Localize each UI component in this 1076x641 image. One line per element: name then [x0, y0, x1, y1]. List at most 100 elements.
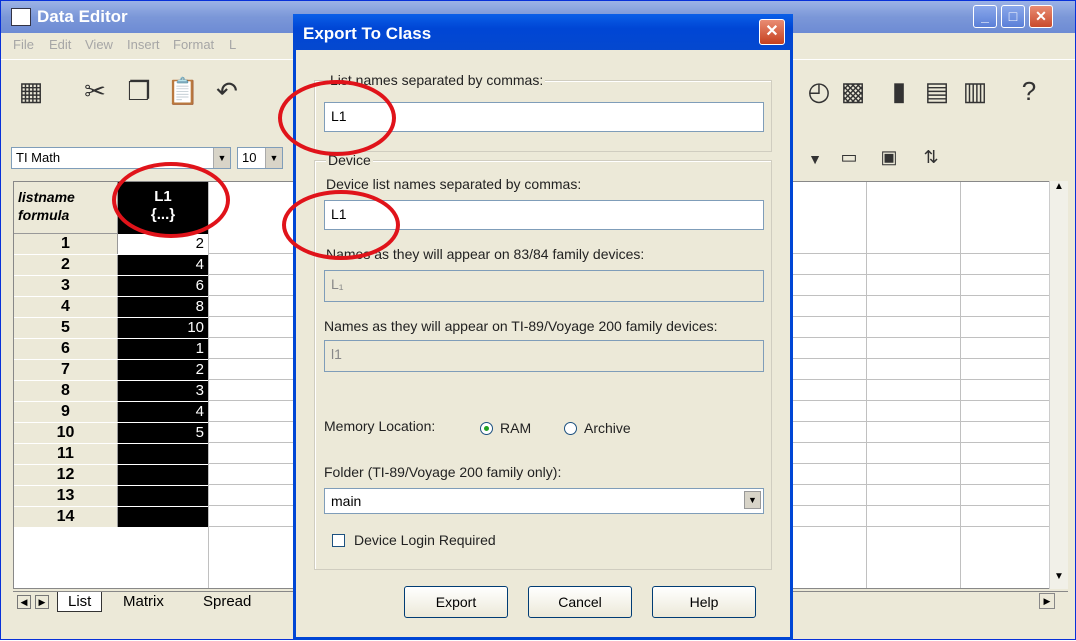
names-8384-label: Names as they will appear on 83/84 famil…	[326, 246, 645, 262]
names-ti89-field: l1	[324, 340, 764, 372]
folder-select[interactable]: main ▼	[324, 488, 764, 514]
cell-l1[interactable]	[118, 465, 208, 485]
names-ti89-label: Names as they will appear on TI-89/Voyag…	[324, 318, 718, 334]
graph-icon[interactable]: ◴	[805, 76, 833, 106]
device-list-label: Device list names separated by commas:	[326, 176, 582, 192]
scroll-right-icon[interactable]: ▶	[1039, 593, 1055, 609]
paste-icon[interactable]: 📋	[167, 76, 199, 106]
format-icon[interactable]: ▭	[835, 143, 863, 171]
names-8384-field: L₁	[324, 270, 764, 302]
row-number[interactable]: 4	[14, 297, 118, 317]
row-number[interactable]: 10	[14, 423, 118, 443]
cell-l1[interactable]: 5	[118, 423, 208, 443]
minimize-button[interactable]: _	[973, 5, 997, 28]
menu-view[interactable]: View	[85, 37, 113, 52]
row-number[interactable]: 13	[14, 486, 118, 506]
chevron-down-icon: ▼	[213, 148, 230, 168]
font-select-value: TI Math	[16, 150, 61, 165]
menu-list[interactable]: L	[229, 37, 236, 52]
row-number[interactable]: 2	[14, 255, 118, 275]
chevron-down-icon: ▼	[265, 148, 282, 168]
tab-matrix[interactable]: Matrix	[113, 592, 174, 612]
archive-radio[interactable]	[564, 422, 577, 435]
device-group-label: Device	[326, 152, 373, 168]
number-format-icon[interactable]: ▣	[875, 143, 903, 171]
row-number[interactable]: 14	[14, 507, 118, 527]
row-number[interactable]: 11	[14, 444, 118, 464]
column-formula: {...}	[150, 206, 176, 223]
scroll-up-icon[interactable]: ▲	[1050, 181, 1068, 199]
chevron-down-icon[interactable]: ▼	[801, 145, 829, 173]
cancel-button[interactable]: Cancel	[528, 586, 632, 618]
row-number[interactable]: 1	[14, 234, 118, 254]
ram-radio-label[interactable]: RAM	[500, 420, 531, 436]
cell-l1[interactable]: 2	[118, 360, 208, 380]
font-size-select[interactable]: 10 ▼	[237, 147, 283, 169]
cut-icon[interactable]: ✂	[81, 76, 109, 106]
row-number[interactable]: 3	[14, 276, 118, 296]
new-document-icon[interactable]: ▦	[17, 76, 45, 106]
cell-l1[interactable]	[118, 444, 208, 464]
listname-label: listname	[18, 189, 75, 205]
folder-select-value: main	[331, 493, 362, 509]
menu-file[interactable]: File	[13, 37, 34, 52]
cell-l1[interactable]: 2	[118, 234, 208, 254]
row-number[interactable]: 12	[14, 465, 118, 485]
cell-l1[interactable]: 4	[118, 402, 208, 422]
export-dialog: Export To Class ✕ List names separated b…	[293, 14, 793, 640]
list-names-input[interactable]: L1	[324, 102, 764, 132]
tab-list[interactable]: List	[57, 592, 103, 612]
dialog-title: Export To Class	[303, 24, 432, 43]
column-header-l1[interactable]: L1 {...}	[118, 182, 208, 234]
vertical-scrollbar[interactable]: ▲ ▼	[1049, 181, 1068, 589]
copy-icon[interactable]: ❐	[125, 76, 153, 106]
menu-format[interactable]: Format	[173, 37, 214, 52]
device-icon[interactable]: ▮	[885, 76, 913, 106]
row-header-label: listname formula	[14, 182, 118, 234]
row-number[interactable]: 9	[14, 402, 118, 422]
row-number[interactable]: 7	[14, 360, 118, 380]
menu-insert[interactable]: Insert	[127, 37, 160, 52]
device-login-label[interactable]: Device Login Required	[354, 532, 496, 548]
undo-icon[interactable]: ↶	[213, 76, 241, 106]
tab-prev-icon[interactable]: ◀	[17, 595, 31, 609]
tab-next-icon[interactable]: ▶	[35, 595, 49, 609]
archive-radio-label[interactable]: Archive	[584, 420, 631, 436]
export-button[interactable]: Export	[404, 586, 508, 618]
memory-location-label: Memory Location:	[324, 418, 436, 434]
font-size-value: 10	[242, 150, 257, 165]
row-number[interactable]: 5	[14, 318, 118, 338]
tab-spread[interactable]: Spread	[193, 592, 261, 612]
sort-icon[interactable]: ⇅	[917, 143, 945, 171]
cell-l1[interactable]	[118, 507, 208, 527]
cell-l1[interactable]: 8	[118, 297, 208, 317]
cell-l1[interactable]: 1	[118, 339, 208, 359]
close-button[interactable]: ✕	[1029, 5, 1053, 28]
device-login-checkbox[interactable]	[332, 534, 345, 547]
cell-l1[interactable]: 3	[118, 381, 208, 401]
formula-label: formula	[18, 207, 70, 223]
scroll-down-icon[interactable]: ▼	[1050, 571, 1068, 589]
menu-edit[interactable]: Edit	[49, 37, 71, 52]
dialog-close-button[interactable]: ✕	[759, 19, 785, 45]
help-button[interactable]: Help	[652, 586, 756, 618]
font-select[interactable]: TI Math ▼	[11, 147, 231, 169]
send-icon[interactable]: ▤	[923, 76, 951, 106]
dialog-titlebar[interactable]: Export To Class ✕	[293, 14, 793, 50]
cell-l1[interactable]: 10	[118, 318, 208, 338]
cell-l1[interactable]	[118, 486, 208, 506]
grid-icon	[11, 8, 31, 26]
maximize-button[interactable]: □	[1001, 5, 1025, 28]
chevron-down-icon: ▼	[744, 491, 761, 509]
cell-l1[interactable]: 4	[118, 255, 208, 275]
receive-icon[interactable]: ▥	[961, 76, 989, 106]
device-list-input[interactable]: L1	[324, 200, 764, 230]
row-number[interactable]: 6	[14, 339, 118, 359]
window-title: Data Editor	[37, 7, 128, 26]
cell-l1[interactable]: 6	[118, 276, 208, 296]
ram-radio[interactable]	[480, 422, 493, 435]
chart-icon[interactable]: ▩	[839, 76, 867, 106]
help-icon[interactable]: ?	[1015, 76, 1043, 106]
row-number[interactable]: 8	[14, 381, 118, 401]
folder-label: Folder (TI-89/Voyage 200 family only):	[324, 464, 562, 480]
